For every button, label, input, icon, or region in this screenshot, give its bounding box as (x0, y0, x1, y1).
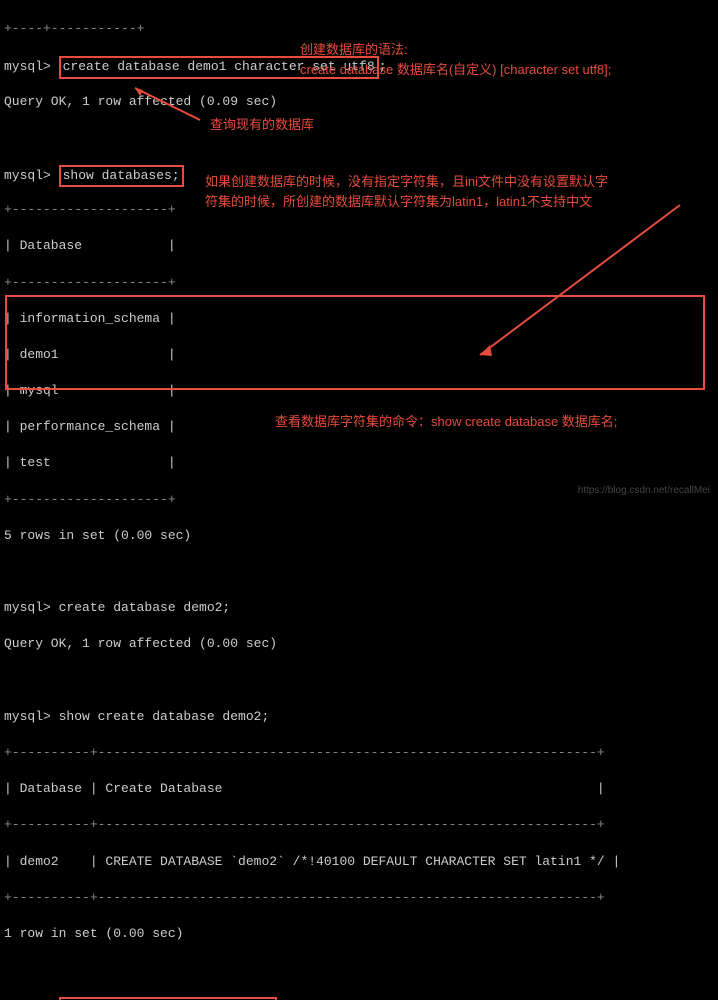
query-result: Query OK, 1 row affected (0.00 sec) (4, 635, 714, 653)
blank (4, 563, 714, 581)
rows-result: 5 rows in set (0.00 sec) (4, 527, 714, 545)
watermark: https://blog.csdn.net/recallMei (578, 484, 710, 498)
table-border: +--------------------+ (4, 274, 714, 292)
create-db-demo2-cmd: mysql> create database demo2; (4, 599, 714, 617)
mysql-prompt: mysql> (4, 168, 59, 183)
table-row: | test | (4, 454, 714, 472)
annotation-syntax: 创建数据库的语法: create database 数据库名(自定义) [cha… (300, 40, 611, 79)
table-row: | demo1 | (4, 346, 714, 364)
table-header: | Database | (4, 237, 714, 255)
terminal-output: +----+-----------+ mysql> create databas… (0, 0, 718, 1000)
blank (4, 129, 714, 147)
table-row: | mysql | (4, 382, 714, 400)
annotation-charset-cmd: 查看数据库字符集的命令：show create database 数据库名; (275, 412, 617, 432)
table-row: | information_schema | (4, 310, 714, 328)
prompt-line: mysql> show create database demo1; (4, 997, 714, 1000)
table-row: | demo2 | CREATE DATABASE `demo2` /*!401… (4, 853, 714, 871)
blank (4, 672, 714, 690)
table-border: +----------+----------------------------… (4, 744, 714, 762)
show-databases-cmd: show databases; (59, 165, 184, 187)
table-header: | Database | Create Database | (4, 780, 714, 798)
table-border: +----------+----------------------------… (4, 889, 714, 907)
mysql-prompt: mysql> (4, 59, 59, 74)
show-create-demo2-cmd: mysql> show create database demo2; (4, 708, 714, 726)
annotation-latin-note: 如果创建数据库的时候，没有指定字符集，且ini文件中没有设置默认字 符集的时候，… (205, 172, 695, 211)
table-border: +----------+----------------------------… (4, 816, 714, 834)
show-create-demo1-cmd: show create database demo1; (59, 997, 278, 1000)
rows-result: 1 row in set (0.00 sec) (4, 925, 714, 943)
annotation-query-existing: 查询现有的数据库 (210, 115, 314, 135)
query-result: Query OK, 1 row affected (0.09 sec) (4, 93, 714, 111)
separator-row: +----+-----------+ (4, 20, 714, 38)
blank (4, 961, 714, 979)
